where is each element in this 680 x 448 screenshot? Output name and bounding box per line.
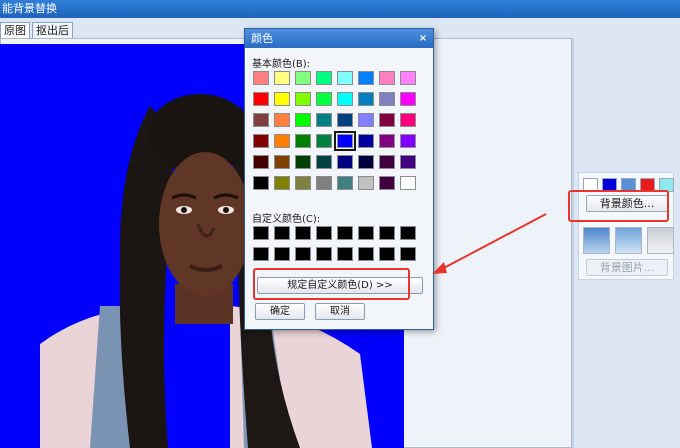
basic-color-cell[interactable]: [337, 155, 353, 169]
basic-colors-label: 基本颜色(B):: [252, 59, 311, 70]
blue-gradient-swatch[interactable]: [583, 227, 610, 254]
dialog-title: 颜色: [251, 32, 273, 45]
basic-color-cell[interactable]: [253, 113, 269, 127]
basic-color-cell[interactable]: [274, 92, 290, 106]
custom-color-cell[interactable]: [337, 247, 353, 261]
background-color-swatch[interactable]: [583, 178, 598, 192]
basic-color-cell[interactable]: [295, 176, 311, 190]
basic-color-cell[interactable]: [334, 131, 356, 151]
basic-color-cell[interactable]: [295, 155, 311, 169]
cancel-button[interactable]: 取消: [315, 303, 365, 320]
basic-color-cell[interactable]: [274, 113, 290, 127]
basic-color-cell[interactable]: [316, 176, 332, 190]
background-color-swatch[interactable]: [640, 178, 655, 192]
basic-color-cell[interactable]: [253, 71, 269, 85]
basic-color-cell[interactable]: [358, 92, 374, 106]
basic-color-cell[interactable]: [337, 71, 353, 85]
basic-color-cell[interactable]: [400, 176, 416, 190]
basic-color-cell[interactable]: [295, 71, 311, 85]
color-dialog: 颜色 × 基本颜色(B): 自定义颜色(C): 规定自定义颜色(D) >> 确定…: [244, 28, 434, 330]
basic-color-cell[interactable]: [379, 113, 395, 127]
light-blue-gradient-swatch[interactable]: [615, 227, 642, 254]
basic-color-cell[interactable]: [253, 134, 269, 148]
panel-divider: [572, 38, 574, 448]
close-icon[interactable]: ×: [417, 29, 429, 48]
basic-color-cell[interactable]: [274, 155, 290, 169]
basic-color-cell[interactable]: [358, 134, 374, 148]
basic-color-cell[interactable]: [337, 176, 353, 190]
basic-color-cell[interactable]: [400, 92, 416, 106]
basic-color-cell[interactable]: [316, 92, 332, 106]
basic-color-cell[interactable]: [295, 92, 311, 106]
custom-color-cell[interactable]: [337, 226, 353, 240]
basic-color-cell[interactable]: [274, 176, 290, 190]
basic-color-cell[interactable]: [295, 134, 311, 148]
background-color-swatch[interactable]: [659, 178, 674, 192]
background-image-button: 背景图片...: [586, 259, 668, 276]
dialog-title-bar: 颜色 ×: [245, 29, 433, 48]
basic-color-cell[interactable]: [316, 71, 332, 85]
app-title: 能背景替换: [2, 2, 57, 15]
basic-color-cell[interactable]: [379, 176, 395, 190]
basic-color-cell[interactable]: [358, 113, 374, 127]
custom-colors-grid: [253, 226, 416, 261]
custom-color-cell[interactable]: [274, 247, 290, 261]
basic-colors-grid: [253, 71, 416, 190]
custom-color-cell[interactable]: [316, 226, 332, 240]
custom-color-cell[interactable]: [316, 247, 332, 261]
background-color-swatch[interactable]: [602, 178, 617, 192]
face: [159, 152, 251, 296]
custom-color-cell[interactable]: [253, 247, 269, 261]
basic-color-cell[interactable]: [274, 71, 290, 85]
custom-color-cell[interactable]: [295, 226, 311, 240]
basic-color-cell[interactable]: [358, 71, 374, 85]
gray-gradient-swatch[interactable]: [647, 227, 674, 254]
ok-button[interactable]: 确定: [255, 303, 305, 320]
basic-color-cell[interactable]: [379, 134, 395, 148]
custom-color-cell[interactable]: [358, 247, 374, 261]
basic-color-cell[interactable]: [400, 113, 416, 127]
basic-color-cell[interactable]: [337, 113, 353, 127]
background-color-button[interactable]: 背景颜色...: [586, 195, 668, 212]
tab-original[interactable]: 原图: [0, 22, 30, 39]
basic-color-cell[interactable]: [316, 113, 332, 127]
basic-color-cell[interactable]: [295, 113, 311, 127]
basic-color-cell[interactable]: [337, 92, 353, 106]
background-color-swatch[interactable]: [621, 178, 636, 192]
custom-color-cell[interactable]: [379, 247, 395, 261]
basic-color-cell[interactable]: [274, 134, 290, 148]
basic-color-cell[interactable]: [400, 71, 416, 85]
basic-color-cell[interactable]: [379, 92, 395, 106]
custom-color-cell[interactable]: [379, 226, 395, 240]
background-swatch-row: [583, 178, 674, 192]
custom-color-cell[interactable]: [295, 247, 311, 261]
tab-strip: 原图 抠出后: [0, 22, 75, 39]
basic-color-cell[interactable]: [400, 155, 416, 169]
basic-color-cell[interactable]: [358, 176, 374, 190]
basic-color-cell[interactable]: [379, 71, 395, 85]
basic-color-cell[interactable]: [316, 134, 332, 148]
custom-color-cell[interactable]: [400, 226, 416, 240]
basic-color-cell[interactable]: [358, 155, 374, 169]
basic-color-cell[interactable]: [316, 155, 332, 169]
custom-color-cell[interactable]: [274, 226, 290, 240]
basic-color-cell[interactable]: [379, 155, 395, 169]
app-title-bar: 能背景替换: [0, 0, 680, 18]
custom-color-cell[interactable]: [358, 226, 374, 240]
custom-color-cell[interactable]: [253, 226, 269, 240]
basic-color-cell[interactable]: [400, 134, 416, 148]
background-panel: 背景颜色... 背景图片...: [578, 172, 674, 280]
tab-cutout[interactable]: 抠出后: [32, 22, 73, 39]
basic-color-cell[interactable]: [253, 92, 269, 106]
gradient-swatch-row: [583, 227, 674, 254]
custom-colors-label: 自定义颜色(C):: [252, 214, 321, 225]
custom-color-cell[interactable]: [400, 247, 416, 261]
basic-color-cell[interactable]: [253, 155, 269, 169]
define-custom-colors-button[interactable]: 规定自定义颜色(D) >>: [257, 277, 423, 294]
basic-color-cell[interactable]: [253, 176, 269, 190]
